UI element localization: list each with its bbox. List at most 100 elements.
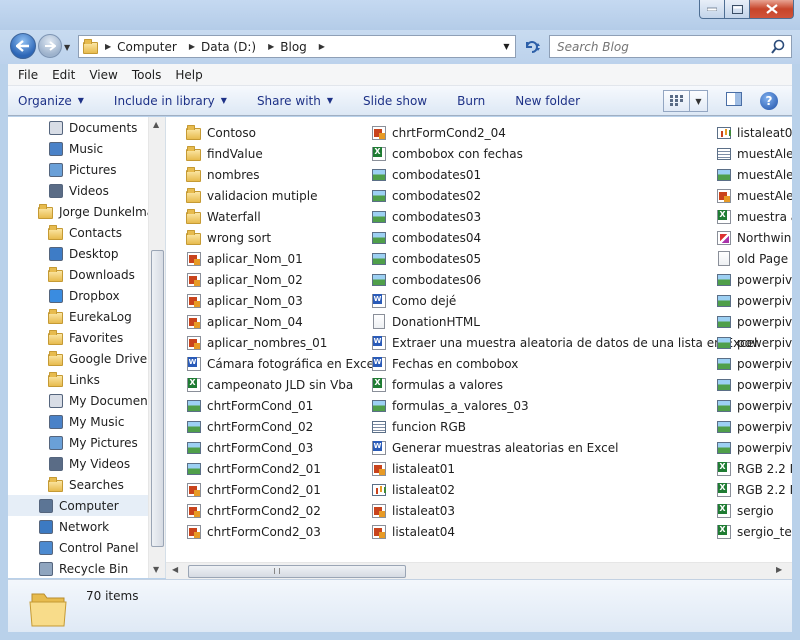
file-item[interactable]: aplicar_Nom_02 — [186, 269, 303, 290]
forward-button[interactable] — [38, 34, 62, 58]
preview-pane-button[interactable] — [726, 92, 742, 109]
close-button[interactable] — [750, 0, 794, 19]
file-item[interactable]: powerpivot — [716, 374, 792, 395]
file-item[interactable]: combodates03 — [371, 206, 481, 227]
folder-item[interactable]: nombres — [186, 164, 260, 185]
back-button[interactable] — [10, 33, 36, 59]
nav-item-my-pictures[interactable]: My Pictures — [48, 432, 138, 453]
file-item[interactable]: funcion RGB — [371, 416, 466, 437]
change-view-button[interactable] — [663, 90, 690, 112]
menu-edit[interactable]: Edit — [52, 68, 75, 82]
recent-pages-dropdown[interactable]: ▼ — [64, 43, 70, 52]
menu-help[interactable]: Help — [175, 68, 202, 82]
file-item[interactable]: combodates06 — [371, 269, 481, 290]
refresh-button[interactable] — [518, 35, 546, 58]
file-item[interactable]: powerpivot — [716, 416, 792, 437]
file-item[interactable]: RGB 2.2 Mu — [716, 458, 792, 479]
nav-item-pictures[interactable]: Pictures — [48, 159, 117, 180]
file-item[interactable]: listaleat05 — [716, 122, 792, 143]
nav-item-eurekalog[interactable]: EurekaLog — [48, 306, 132, 327]
nav-item-music[interactable]: Music — [48, 138, 103, 159]
file-item[interactable]: old Page tab — [716, 248, 792, 269]
folder-item[interactable]: wrong sort — [186, 227, 271, 248]
file-item[interactable]: powerpivot — [716, 353, 792, 374]
file-item[interactable]: aplicar_Nom_01 — [186, 248, 303, 269]
nav-item-google-drive[interactable]: Google Drive — [48, 348, 147, 369]
file-item[interactable]: chrtFormCond2_01 — [186, 458, 321, 479]
file-item[interactable]: aplicar_Nom_04 — [186, 311, 303, 332]
file-item[interactable]: chrtFormCond2_03 — [186, 521, 321, 542]
file-item[interactable]: aplicar_Nom_03 — [186, 290, 303, 311]
nav-item-network[interactable]: Network — [38, 516, 109, 537]
file-item[interactable]: listaleat02 — [371, 479, 455, 500]
file-item[interactable]: powerpivot — [716, 332, 792, 353]
scroll-left-arrow-icon[interactable]: ◀ — [172, 565, 178, 574]
file-item[interactable]: Extraer una muestra aleatoria de datos d… — [371, 332, 757, 353]
file-item[interactable]: muestra aleatoria — [716, 206, 792, 227]
nav-item-recycle-bin[interactable]: Recycle Bin — [38, 558, 128, 578]
nav-item-jorge-dunkelmar[interactable]: Jorge Dunkelmar — [38, 201, 159, 222]
nav-item-control-panel[interactable]: Control Panel — [38, 537, 139, 558]
nav-item-downloads[interactable]: Downloads — [48, 264, 135, 285]
file-item[interactable]: combodates02 — [371, 185, 481, 206]
nav-item-searches[interactable]: Searches — [48, 474, 124, 495]
include-in-library-button[interactable]: Include in library ▼ — [114, 94, 227, 108]
new-folder-button[interactable]: New folder — [515, 94, 580, 108]
nav-item-videos[interactable]: Videos — [48, 180, 109, 201]
menu-tools[interactable]: Tools — [132, 68, 162, 82]
file-item[interactable]: chrtFormCond_02 — [186, 416, 313, 437]
nav-item-my-documents[interactable]: My Documents — [48, 390, 159, 411]
nav-item-dropbox[interactable]: Dropbox — [48, 285, 120, 306]
file-item[interactable]: chrtFormCond2_01 — [186, 479, 321, 500]
file-item[interactable]: powerpivot — [716, 269, 792, 290]
file-item[interactable]: chrtFormCond2_04 — [371, 122, 506, 143]
file-item[interactable]: combobox con fechas — [371, 143, 523, 164]
folder-item[interactable]: Contoso — [186, 122, 256, 143]
file-item[interactable]: powerpivot — [716, 437, 792, 458]
file-item[interactable]: powerpivot — [716, 395, 792, 416]
slide-show-button[interactable]: Slide show — [363, 94, 427, 108]
folder-item[interactable]: findValue — [186, 143, 263, 164]
file-item[interactable]: chrtFormCond_03 — [186, 437, 313, 458]
file-item[interactable]: muestAleat — [716, 185, 792, 206]
scroll-down-arrow-icon[interactable]: ▼ — [153, 565, 159, 574]
breadcrumb-computer[interactable]: Computer — [117, 40, 177, 54]
file-item[interactable]: formulas_a_valores_03 — [371, 395, 529, 416]
maximize-button[interactable] — [725, 0, 750, 19]
file-item[interactable]: muestAleat — [716, 143, 792, 164]
file-item[interactable]: combodates01 — [371, 164, 481, 185]
chevron-right-icon[interactable]: ▶ — [105, 42, 111, 51]
nav-item-contacts[interactable]: Contacts — [48, 222, 122, 243]
nav-item-desktop[interactable]: Desktop — [48, 243, 119, 264]
help-button[interactable]: ? — [760, 92, 778, 110]
file-item[interactable]: campeonato JLD sin Vba — [186, 374, 353, 395]
file-item[interactable]: Cámara fotográfica en Excel — [186, 353, 377, 374]
file-item[interactable]: muestAleat — [716, 164, 792, 185]
search-icon[interactable] — [771, 39, 785, 54]
address-history-dropdown[interactable]: ▼ — [498, 35, 516, 58]
search-box[interactable] — [549, 35, 792, 58]
file-item[interactable]: formulas a valores — [371, 374, 503, 395]
file-item[interactable]: Fechas en combobox — [371, 353, 518, 374]
file-item[interactable]: Generar muestras aleatorias en Excel — [371, 437, 618, 458]
menu-view[interactable]: View — [89, 68, 117, 82]
breadcrumb-blog[interactable]: Blog — [280, 40, 307, 54]
nav-item-documents[interactable]: Documents — [48, 117, 137, 138]
minimize-button[interactable] — [699, 0, 725, 19]
scrollbar-thumb[interactable] — [151, 250, 164, 547]
file-item[interactable]: listaleat03 — [371, 500, 455, 521]
breadcrumb-data-drive[interactable]: Data (D:) — [201, 40, 256, 54]
chevron-right-icon[interactable]: ▶ — [268, 42, 274, 51]
chevron-right-icon[interactable]: ▶ — [189, 42, 195, 51]
file-item[interactable]: combodates05 — [371, 248, 481, 269]
file-item[interactable]: listaleat04 — [371, 521, 455, 542]
file-item[interactable]: Como dejé — [371, 290, 456, 311]
file-item[interactable]: RGB 2.2 Mu — [716, 479, 792, 500]
scrollbar-thumb[interactable] — [188, 565, 406, 578]
file-item[interactable]: DonationHTML — [371, 311, 480, 332]
file-item[interactable]: chrtFormCond_01 — [186, 395, 313, 416]
file-item[interactable]: listaleat01 — [371, 458, 455, 479]
nav-item-computer[interactable]: Computer — [8, 495, 148, 516]
file-item[interactable]: powerpivot — [716, 290, 792, 311]
chevron-right-icon[interactable]: ▶ — [319, 42, 325, 51]
